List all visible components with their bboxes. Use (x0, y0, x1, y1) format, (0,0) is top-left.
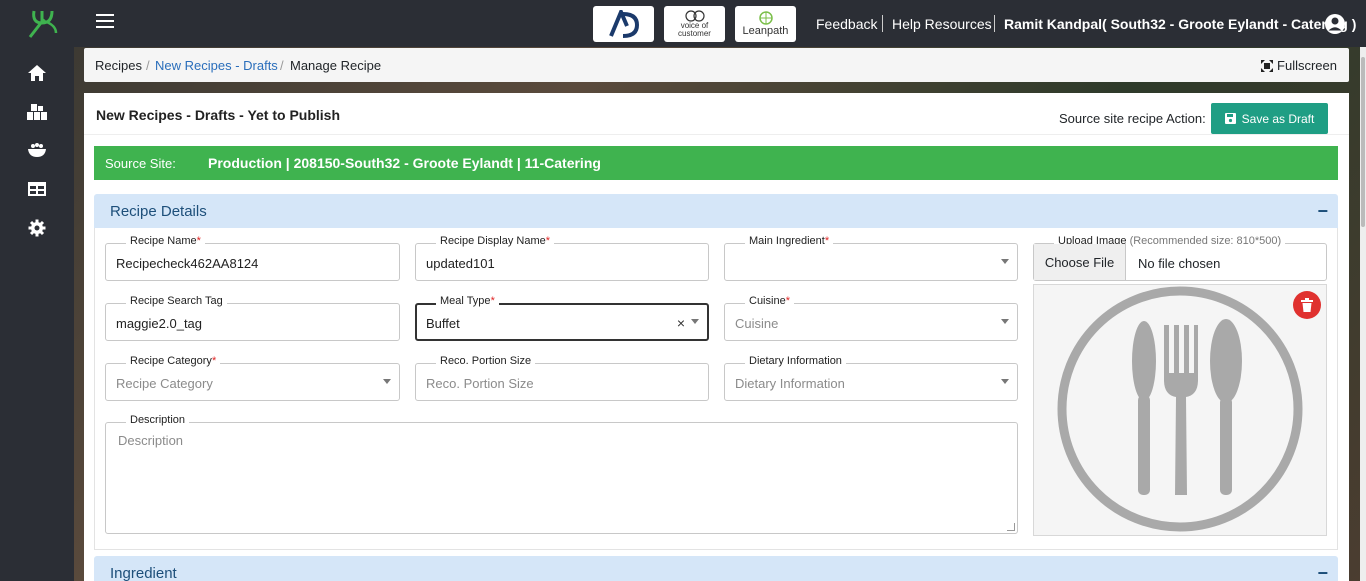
cuisine-placeholder: Cuisine (735, 316, 779, 331)
boxes-icon[interactable] (25, 100, 49, 124)
delete-image-button[interactable] (1293, 291, 1321, 319)
page-title: New Recipes - Drafts - Yet to Publish (96, 107, 341, 123)
breadcrumb: Recipes / New Recipes - Drafts / Manage … (84, 48, 1349, 82)
partner-leanpath-label: Leanpath (742, 25, 789, 37)
source-site-label: Source Site: (105, 156, 176, 171)
expand-icon (1261, 59, 1274, 72)
bowl-icon[interactable] (25, 138, 49, 162)
description-textarea[interactable]: Description Description (105, 414, 1018, 534)
display-name-value: updated101 (426, 256, 495, 271)
chevron-down-icon[interactable] (1001, 259, 1009, 264)
display-name-label: Recipe Display Name (440, 235, 546, 247)
chevron-down-icon[interactable] (383, 379, 391, 384)
cuisine-select[interactable]: Cuisine* Cuisine (724, 295, 1018, 341)
trash-icon (1301, 298, 1313, 312)
category-placeholder: Recipe Category (116, 376, 213, 391)
home-icon[interactable] (25, 61, 49, 85)
meal-type-label: Meal Type (440, 295, 491, 307)
source-site-banner: Source Site: Production | 208150-South32… (94, 146, 1338, 180)
source-action-label: Source site recipe Action: (1059, 111, 1206, 126)
upload-image-hint: (Recommended size: 810*500) (1129, 235, 1282, 247)
feedback-link[interactable]: Feedback (816, 16, 877, 32)
upload-image-field[interactable]: Upload Image (Recommended size: 810*500)… (1033, 235, 1327, 281)
portion-size-placeholder: Reco. Portion Size (426, 376, 534, 391)
breadcrumb-new-recipes-drafts[interactable]: New Recipes - Drafts (155, 58, 278, 73)
gear-icon[interactable] (25, 216, 49, 240)
recipe-details-title: Recipe Details (110, 203, 207, 220)
voice-of-customer-logo-icon[interactable]: voice of customer (664, 6, 725, 42)
main-ingredient-label: Main Ingredient (749, 235, 825, 247)
breadcrumb-recipes[interactable]: Recipes (95, 58, 142, 73)
cuisine-label: Cuisine (749, 295, 786, 307)
recipe-details-header[interactable]: Recipe Details − (94, 194, 1338, 228)
search-tag-label: Recipe Search Tag (126, 295, 227, 307)
topbar-divider (882, 15, 883, 32)
description-label: Description (126, 414, 190, 426)
partner-voc-line2: customer (678, 29, 711, 38)
fork-leaf-logo-icon[interactable] (22, 3, 60, 41)
plate-cutlery-icon (1057, 286, 1303, 532)
recipe-display-name-field[interactable]: Recipe Display Name* updated101 (415, 235, 709, 281)
hamburger-menu-icon[interactable] (96, 14, 114, 32)
save-as-draft-label: Save as Draft (1241, 111, 1315, 126)
chevron-down-icon[interactable] (1001, 319, 1009, 324)
topbar-divider (994, 15, 995, 32)
collapse-icon[interactable]: − (1317, 201, 1328, 222)
recipe-name-value: Recipecheck462AA8124 (116, 256, 259, 271)
description-placeholder: Description (118, 433, 184, 448)
recipe-name-field[interactable]: Recipe Name* Recipecheck462AA8124 (105, 235, 400, 281)
help-resources-link[interactable]: Help Resources (892, 16, 992, 32)
fullscreen-label: Fullscreen (1277, 58, 1337, 73)
ingredient-title: Ingredient (110, 565, 177, 581)
category-label: Recipe Category (130, 355, 212, 367)
dietary-information-select[interactable]: Dietary Information Dietary Information (724, 355, 1018, 401)
fullscreen-button[interactable]: Fullscreen (1261, 58, 1337, 73)
floppy-disk-icon (1224, 113, 1236, 124)
resize-handle[interactable] (1007, 523, 1015, 531)
user-avatar-icon[interactable] (1324, 13, 1346, 35)
ad-logo-icon[interactable]: AD (593, 6, 654, 42)
header-divider (84, 134, 1349, 135)
save-as-draft-button[interactable]: Save as Draft (1211, 103, 1328, 134)
recipe-name-label: Recipe Name (130, 235, 197, 247)
meal-type-value: Buffet (426, 316, 460, 331)
page-scrollbar[interactable] (1360, 47, 1366, 581)
dietary-label: Dietary Information (745, 355, 846, 367)
user-name[interactable]: Ramit Kandpal( South32 - Groote Eylandt … (1004, 16, 1356, 32)
choose-file-button[interactable]: Choose File (1034, 244, 1126, 280)
meal-type-select[interactable]: Meal Type* Buffet × (415, 295, 709, 341)
breadcrumb-manage-recipe: Manage Recipe (290, 58, 382, 73)
recipe-category-select[interactable]: Recipe Category* Recipe Category (105, 355, 400, 401)
dietary-placeholder: Dietary Information (735, 376, 845, 391)
chevron-down-icon[interactable] (1001, 379, 1009, 384)
chevron-down-icon[interactable] (691, 319, 699, 324)
clear-icon[interactable]: × (677, 315, 685, 331)
search-tag-value: maggie2.0_tag (116, 316, 203, 331)
left-sidebar (0, 0, 74, 581)
main-ingredient-select[interactable]: Main Ingredient* (724, 235, 1018, 281)
source-site-value: Production | 208150-South32 - Groote Eyl… (208, 155, 601, 171)
recipe-search-tag-field[interactable]: Recipe Search Tag maggie2.0_tag (105, 295, 400, 341)
top-bar: AD voice of customer Leanpath Feedback H… (74, 0, 1366, 47)
ingredient-header[interactable]: Ingredient − (94, 556, 1338, 581)
leanpath-logo-icon[interactable]: Leanpath (735, 6, 796, 42)
table-icon[interactable] (25, 177, 49, 201)
file-status: No file chosen (1138, 256, 1221, 271)
portion-size-field[interactable]: Reco. Portion Size Reco. Portion Size (415, 355, 709, 401)
collapse-icon[interactable]: − (1317, 563, 1328, 581)
recipe-image-preview (1033, 284, 1327, 536)
recipe-card: New Recipes - Drafts - Yet to Publish So… (84, 93, 1349, 581)
portion-size-label: Reco. Portion Size (436, 355, 536, 367)
